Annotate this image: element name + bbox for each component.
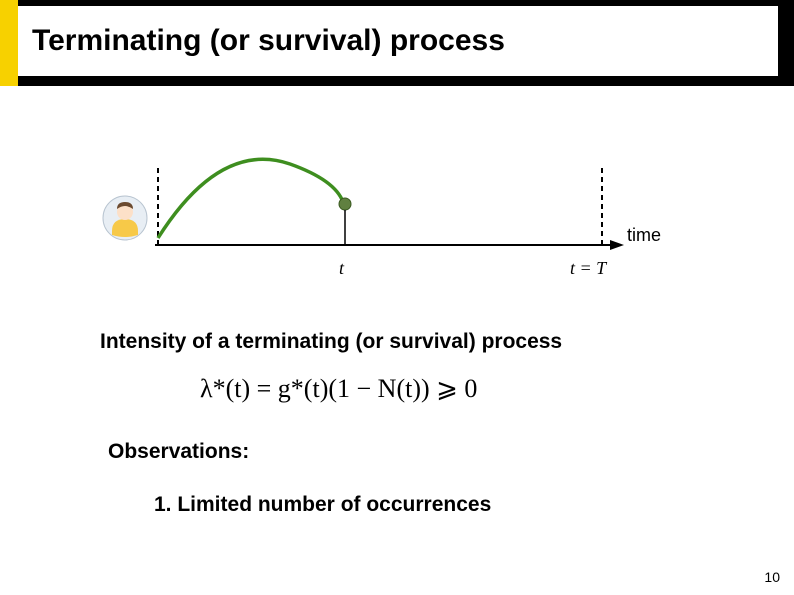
page-number: 10 [764,569,780,585]
arrowhead-icon [610,240,624,250]
intensity-formula: λ*(t) = g*(t)(1 − N(t)) ⩾ 0 [200,374,477,404]
intensity-heading: Intensity of a terminating (or survival)… [100,330,562,354]
slide-title: Terminating (or survival) process [32,24,505,58]
time-axis-label: time [627,225,661,246]
tick-label-t: t [339,258,344,279]
avatar-icon [102,195,148,241]
accent-stripe [0,0,18,86]
title-container: Terminating (or survival) process [18,6,778,76]
header-bar: Terminating (or survival) process [0,0,794,86]
process-diagram [90,150,710,280]
tick-label-T: t = T [570,258,606,279]
event-dot-icon [339,198,351,210]
observations-heading: Observations: [108,440,249,464]
observation-item-1: 1. Limited number of occurrences [154,493,491,517]
intensity-curve [158,159,343,238]
